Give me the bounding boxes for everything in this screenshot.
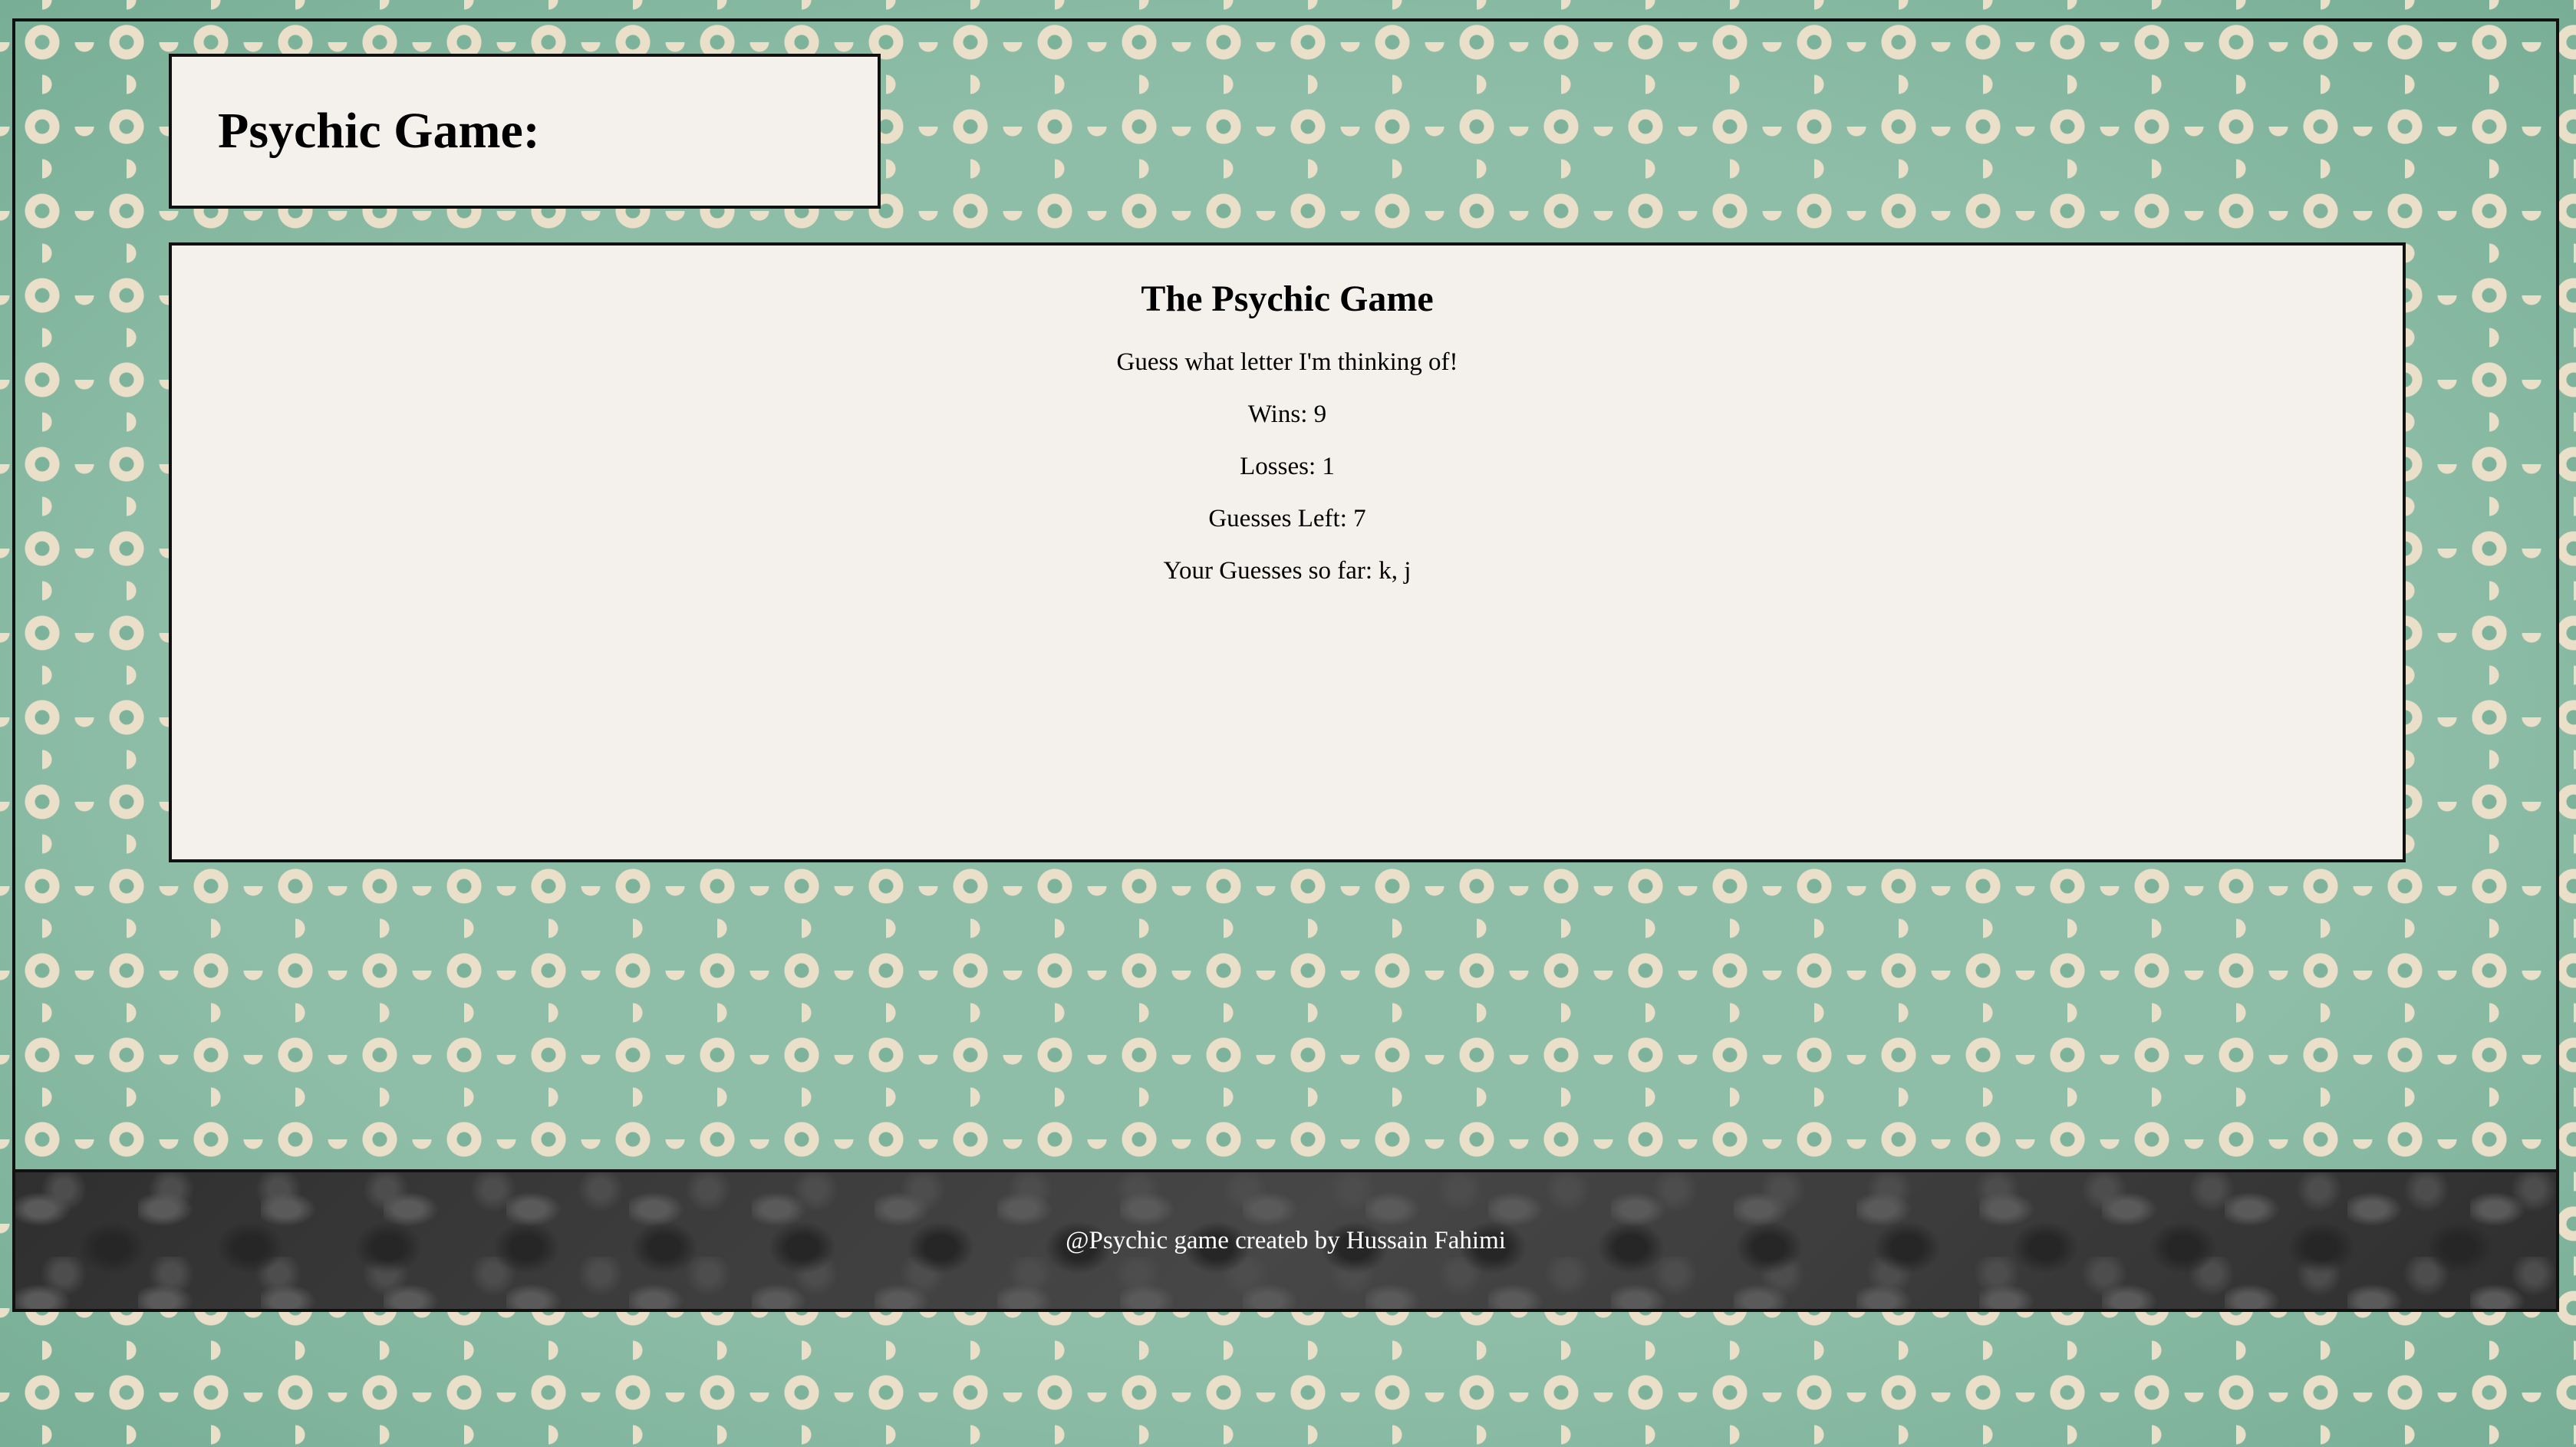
guesses-left: Guesses Left: 7: [1208, 505, 1366, 532]
wins-count: Wins: 9: [1247, 400, 1327, 428]
game-title: The Psychic Game: [1141, 279, 1434, 319]
header-box: Psychic Game:: [169, 54, 881, 209]
guesses-so-far: Your Guesses so far: k, j: [1163, 557, 1412, 585]
page-title: Psychic Game:: [218, 103, 540, 159]
losses-count: Losses: 1: [1240, 453, 1335, 480]
footer: @Psychic game createb by Hussain Fahimi: [12, 1169, 2559, 1312]
game-panel: The Psychic Game Guess what letter I'm t…: [169, 242, 2406, 862]
game-prompt: Guess what letter I'm thinking of!: [1116, 348, 1458, 376]
footer-credit: @Psychic game createb by Hussain Fahimi: [1066, 1226, 1506, 1254]
